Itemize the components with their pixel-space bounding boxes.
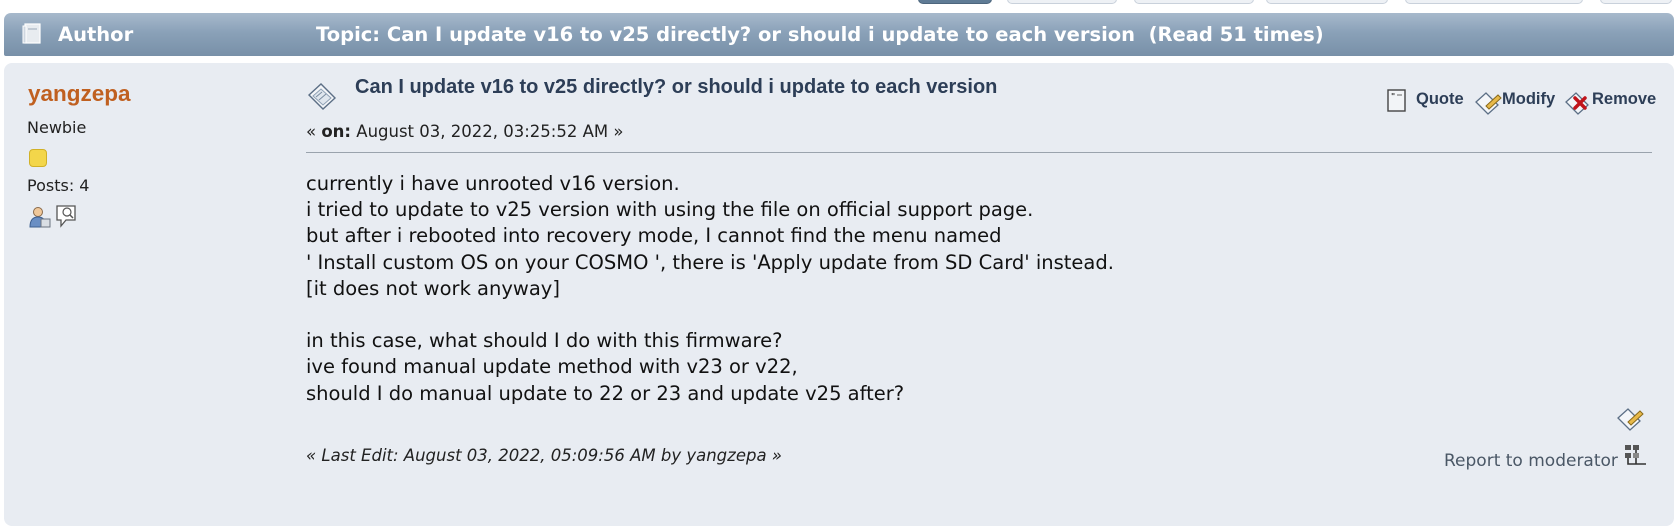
author-column-label: Author — [58, 23, 134, 46]
modify-label: Modify — [1502, 90, 1556, 108]
post-body-line: but after i rebooted into recovery mode,… — [306, 224, 1002, 248]
remove-icon — [1565, 92, 1589, 115]
top-button[interactable] — [1134, 0, 1254, 4]
remove-label: Remove — [1592, 90, 1657, 108]
topic-header-bar: Author Topic: Can I update v16 to v25 di… — [4, 13, 1674, 56]
quote-icon: " — [1387, 89, 1406, 112]
top-button-strip — [0, 0, 1677, 4]
post-date-value: August 03, 2022, 03:25:52 AM » — [351, 122, 624, 141]
top-button[interactable] — [1600, 0, 1672, 4]
svg-text:": " — [1391, 92, 1395, 101]
post-body-line — [306, 302, 1114, 328]
post-date: « on: August 03, 2022, 03:25:52 AM » — [306, 122, 623, 141]
top-button[interactable] — [1405, 0, 1583, 4]
modify-icon — [1475, 92, 1502, 115]
top-button-active[interactable] — [918, 0, 992, 4]
profile-icon[interactable] — [29, 206, 51, 228]
post-xx-icon — [307, 83, 337, 110]
topic-file-icon — [22, 23, 41, 44]
post-divider — [306, 152, 1652, 153]
post-body: currently i have unrooted v16 version. i … — [306, 171, 1114, 407]
post-date-open: « — [306, 122, 322, 141]
post-body-line: ive found manual update method with v23 … — [306, 355, 798, 379]
top-button[interactable] — [1266, 0, 1388, 4]
post-body-line: currently i have unrooted v16 version. — [306, 172, 680, 195]
top-button[interactable] — [1007, 0, 1117, 4]
post-buttons: " Quote Modify Remove — [1386, 89, 1657, 115]
post-body-line: ' Install custom OS on your COSMO ', the… — [306, 250, 1114, 274]
post-body-line: should I do manual update to 22 or 23 an… — [306, 381, 905, 405]
last-edit-note: « Last Edit: August 03, 2022, 05:09:56 A… — [306, 446, 782, 465]
post-body-line: i tried to update to v25 version with us… — [306, 198, 1034, 222]
post-container: yangzepa Newbie Posts: 4 Can I update v1… — [4, 63, 1674, 526]
topic-title: Topic: Can I update v16 to v25 directly?… — [316, 23, 1324, 46]
post-subject-link[interactable]: Can I update v16 to v25 directly? or sho… — [355, 76, 1035, 99]
post-date-label: on: — [321, 122, 352, 141]
report-to-moderator-link[interactable]: Report to moderator — [1444, 451, 1618, 471]
rank-star-icon — [29, 149, 47, 167]
poster-name-link[interactable]: yangzepa — [28, 81, 131, 107]
poster-rank: Newbie — [27, 118, 87, 137]
post-body-line: in this case, what should I do with this… — [306, 329, 783, 353]
post-body-line: [it does not work anyway] — [306, 276, 560, 300]
quote-label: Quote — [1416, 90, 1464, 108]
ip-network-icon — [1625, 445, 1646, 465]
poster-post-count: Posts: 4 — [27, 176, 90, 195]
quick-edit-icon[interactable] — [1616, 404, 1644, 432]
personal-message-icon[interactable] — [55, 204, 77, 228]
